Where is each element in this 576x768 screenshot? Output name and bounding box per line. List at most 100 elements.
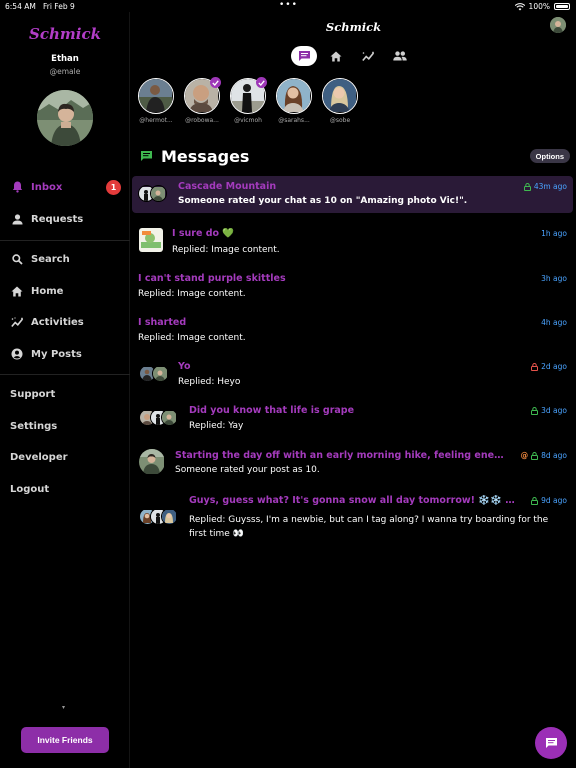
activity-icon xyxy=(361,51,374,61)
sidebar-item-activities[interactable]: Activities xyxy=(0,311,130,333)
message-subject: Yo xyxy=(178,361,191,372)
message-preview: Replied: Yay xyxy=(189,421,244,431)
avatar xyxy=(161,508,178,525)
message-row[interactable]: Guys, guess what? It's gonna snow all da… xyxy=(132,490,573,542)
story-item[interactable]: @vicmoh xyxy=(230,77,267,124)
lock-icon xyxy=(531,362,539,371)
chat-icon xyxy=(298,51,310,61)
story-item[interactable]: @robowa... xyxy=(184,77,221,124)
story-handle: @hermot... xyxy=(139,117,173,124)
battery-percent: 100% xyxy=(528,2,550,11)
message-time: 3d ago xyxy=(531,406,567,415)
verified-icon xyxy=(210,77,221,88)
top-tabs xyxy=(291,46,413,66)
sidebar-item-label: My Posts xyxy=(31,348,82,360)
tab-home[interactable] xyxy=(323,46,349,66)
sidebar-item-label: Requests xyxy=(31,213,84,225)
user-name: Ethan xyxy=(51,54,79,64)
lock-icon xyxy=(531,406,539,415)
user-handle: @emale xyxy=(49,67,81,76)
story-handle: @sarahs... xyxy=(278,117,310,124)
avatar xyxy=(152,365,169,382)
message-preview: Replied: Heyo xyxy=(178,377,241,387)
messages-header: Messages Options xyxy=(140,145,570,167)
tab-activities[interactable] xyxy=(355,46,381,66)
home-icon xyxy=(10,284,24,298)
chat-icon xyxy=(545,738,557,748)
search-icon xyxy=(10,252,24,266)
app-title: Schmick xyxy=(325,20,382,34)
story-avatar xyxy=(276,78,312,114)
story-item[interactable]: @hermot... xyxy=(138,78,174,124)
options-button[interactable]: Options xyxy=(529,149,570,163)
status-bar: 6:54 AM Fri Feb 9 ••• 100% xyxy=(0,0,576,12)
inbox-badge: 1 xyxy=(106,180,121,195)
sidebar-item-home[interactable]: Home xyxy=(0,280,130,302)
invite-friends-button[interactable]: Invite Friends xyxy=(21,727,109,753)
message-row[interactable]: Cascade Mountain Someone rated your chat… xyxy=(132,176,573,213)
sidebar-item-label: Home xyxy=(31,285,64,297)
sidebar-link-settings[interactable]: Settings xyxy=(0,415,130,437)
story-avatar xyxy=(138,78,174,114)
activity-icon xyxy=(10,315,24,329)
message-row[interactable]: I sharted Replied: Image content. 4h ago xyxy=(132,312,573,348)
account-circle-icon xyxy=(10,347,24,361)
status-right: 100% xyxy=(514,2,570,11)
tab-chat[interactable] xyxy=(291,46,317,66)
divider xyxy=(0,240,130,241)
message-preview: Replied: Guysss, I'm a newbie, but can I… xyxy=(189,515,549,539)
message-time: 9d ago xyxy=(531,496,567,505)
avatar[interactable] xyxy=(550,17,566,33)
message-row[interactable]: Did you know that life is grape Replied:… xyxy=(132,399,573,439)
sidebar-link-support[interactable]: Support xyxy=(0,383,130,405)
person-icon xyxy=(10,212,24,226)
stories-row: @hermot... @robowa... @vicmoh @sarahs...… xyxy=(138,77,358,124)
sidebar-item-requests[interactable]: Requests xyxy=(0,208,130,230)
message-subject: I can't stand purple skittles xyxy=(138,273,286,284)
message-subject: Guys, guess what? It's gonna snow all da… xyxy=(189,495,519,506)
sidebar-link-developer[interactable]: Developer xyxy=(0,446,130,468)
sidebar-item-label: Search xyxy=(31,253,70,265)
sidebar-logo[interactable]: Schmick xyxy=(0,25,130,43)
multitask-dots[interactable]: ••• xyxy=(279,0,298,10)
lock-icon xyxy=(531,496,539,505)
story-item[interactable]: @sobe xyxy=(322,78,358,124)
tab-friends[interactable] xyxy=(387,46,413,66)
message-row[interactable]: Yo Replied: Heyo 2d ago xyxy=(132,355,573,395)
profile-avatar[interactable] xyxy=(37,90,93,146)
sidebar-link-logout[interactable]: Logout xyxy=(0,478,130,500)
message-row[interactable]: I can't stand purple skittles Replied: I… xyxy=(132,268,573,304)
story-item[interactable]: @sarahs... xyxy=(276,78,312,124)
sidebar-item-inbox[interactable]: Inbox 1 xyxy=(0,176,130,198)
story-handle: @robowa... xyxy=(185,117,219,124)
page-title: Messages xyxy=(161,146,250,166)
message-time: 3h ago xyxy=(541,274,567,283)
mention-icon: @ xyxy=(520,451,529,460)
chevron-down-icon[interactable]: ▾ xyxy=(62,704,65,711)
message-preview: Someone rated your post as 10. xyxy=(175,465,320,475)
story-avatar xyxy=(322,78,358,114)
message-time: @8d ago xyxy=(520,451,567,460)
wifi-icon xyxy=(514,2,525,10)
people-icon xyxy=(393,51,407,61)
message-preview: Replied: Image content. xyxy=(138,333,246,343)
message-time: 1h ago xyxy=(541,229,567,238)
avatar xyxy=(161,409,178,426)
lock-icon xyxy=(531,451,539,460)
message-row[interactable]: I sure do 💚 Replied: Image content. 1h a… xyxy=(132,222,573,262)
message-subject: I sure do 💚 xyxy=(172,228,235,239)
message-subject: Starting the day off with an early morni… xyxy=(175,450,505,461)
sidebar-item-my-posts[interactable]: My Posts xyxy=(0,343,130,365)
message-preview: Someone rated your chat as 10 on "Amazin… xyxy=(178,196,468,206)
message-row[interactable]: Starting the day off with an early morni… xyxy=(132,444,573,484)
story-handle: @vicmoh xyxy=(234,117,262,124)
story-handle: @sobe xyxy=(329,117,351,124)
message-subject: I sharted xyxy=(138,317,187,328)
message-preview: Replied: Image content. xyxy=(172,245,280,255)
home-icon xyxy=(330,51,342,61)
message-icon xyxy=(141,151,152,161)
new-message-button[interactable] xyxy=(535,727,567,759)
sidebar-item-search[interactable]: Search xyxy=(0,248,130,270)
battery-icon xyxy=(554,3,570,10)
message-time: 4h ago xyxy=(541,318,567,327)
